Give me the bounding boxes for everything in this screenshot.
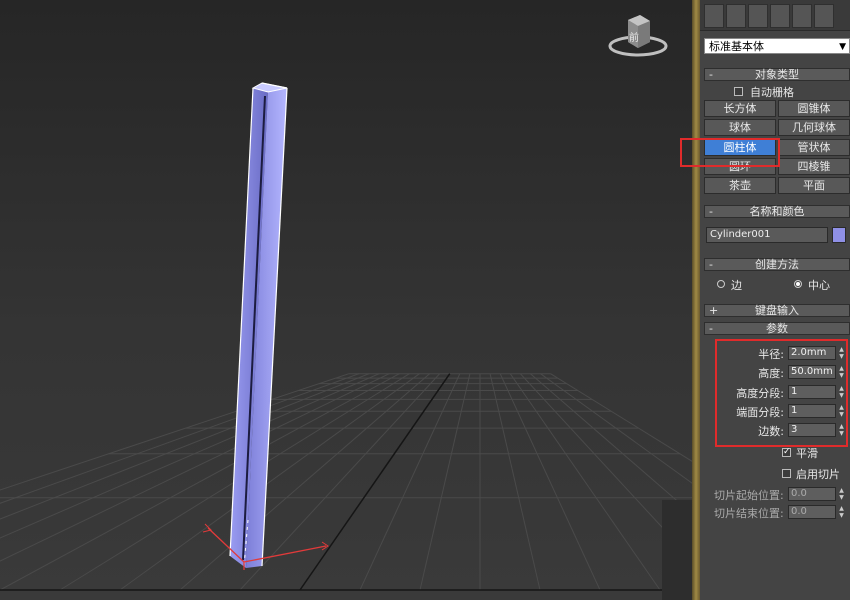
smooth-label: 平滑	[796, 447, 818, 460]
plane-button[interactable]: 平面	[778, 177, 850, 194]
center-radio[interactable]	[794, 280, 802, 288]
category-dropdown[interactable]: 标准基本体 ▼	[704, 38, 850, 54]
panel-tab-strip	[700, 0, 850, 31]
geosphere-button[interactable]: 几何球体	[778, 119, 850, 136]
category-dropdown-value: 标准基本体	[709, 40, 764, 53]
utilities-tab-icon[interactable]	[814, 4, 834, 28]
dropdown-arrow-icon: ▼	[839, 42, 846, 52]
creation-method-title: 创建方法	[755, 258, 799, 271]
sphere-button[interactable]: 球体	[704, 119, 776, 136]
collapse-minus-icon: -	[709, 68, 713, 81]
box-button[interactable]: 长方体	[704, 100, 776, 117]
highlight-box-cylinder-button	[680, 138, 780, 167]
keyboard-entry-title: 键盘输入	[755, 304, 799, 317]
parameters-title: 参数	[766, 322, 788, 335]
tube-button[interactable]: 管状体	[778, 139, 850, 156]
edge-radio-label: 边	[731, 279, 742, 292]
collapse-minus-icon: -	[709, 258, 713, 271]
display-tab-icon[interactable]	[792, 4, 812, 28]
edge-radio[interactable]	[717, 280, 725, 288]
slice-on-label: 启用切片	[796, 468, 840, 481]
viewport-edge-strip	[662, 500, 692, 600]
slice-from-spinner-input[interactable]: 0.0	[788, 487, 836, 501]
collapse-minus-icon: -	[709, 205, 713, 218]
viewcube-face-label: 前	[629, 33, 639, 44]
hierarchy-tab-icon[interactable]	[748, 4, 768, 28]
name-color-title: 名称和颜色	[749, 205, 805, 218]
expand-plus-icon: +	[709, 304, 719, 317]
motion-tab-icon[interactable]	[770, 4, 790, 28]
object-type-title: 对象类型	[755, 68, 799, 81]
parameters-rollout-header[interactable]: - 参数	[704, 322, 850, 335]
cone-button[interactable]: 圆锥体	[778, 100, 850, 117]
slice-from-spinner-arrows[interactable]: ▲ ▼	[838, 487, 845, 501]
slice-to-label: 切片结束位置:	[714, 507, 784, 520]
pyramid-button[interactable]: 四棱锥	[778, 158, 850, 175]
keyboard-entry-rollout-header[interactable]: + 键盘输入	[704, 304, 850, 317]
slice-to-spinner-input[interactable]: 0.0	[788, 505, 836, 519]
center-radio-label: 中心	[808, 279, 830, 292]
highlight-box-parameters	[715, 339, 848, 447]
collapse-minus-icon: -	[709, 322, 713, 335]
teapot-button[interactable]: 茶壶	[704, 177, 776, 194]
panel-divider[interactable]	[692, 0, 700, 600]
modify-tab-icon[interactable]	[726, 4, 746, 28]
command-panel: 标准基本体 ▼ - 对象类型 自动栅格 长方体 圆锥体 球体 几何球体 圆柱体 …	[700, 0, 850, 600]
perspective-viewport[interactable]: 前	[0, 0, 692, 600]
object-color-swatch[interactable]	[832, 227, 846, 243]
name-color-rollout-header[interactable]: - 名称和颜色	[704, 205, 850, 218]
autogrid-label: 自动栅格	[750, 86, 794, 99]
smooth-checkbox[interactable]: ✓	[782, 448, 791, 457]
viewcube-icon[interactable]: 前	[604, 12, 668, 60]
autogrid-checkbox[interactable]	[734, 87, 743, 96]
pivot-axis-gizmo	[202, 523, 329, 570]
slice-from-label: 切片起始位置:	[714, 489, 784, 502]
create-tab-icon[interactable]	[704, 4, 724, 28]
creation-method-rollout-header[interactable]: - 创建方法	[704, 258, 850, 271]
object-type-rollout-header[interactable]: - 对象类型	[704, 68, 850, 81]
object-name-input[interactable]: Cylinder001	[706, 227, 828, 243]
slice-to-spinner-arrows[interactable]: ▲ ▼	[838, 505, 845, 519]
slice-on-checkbox[interactable]	[782, 469, 791, 478]
